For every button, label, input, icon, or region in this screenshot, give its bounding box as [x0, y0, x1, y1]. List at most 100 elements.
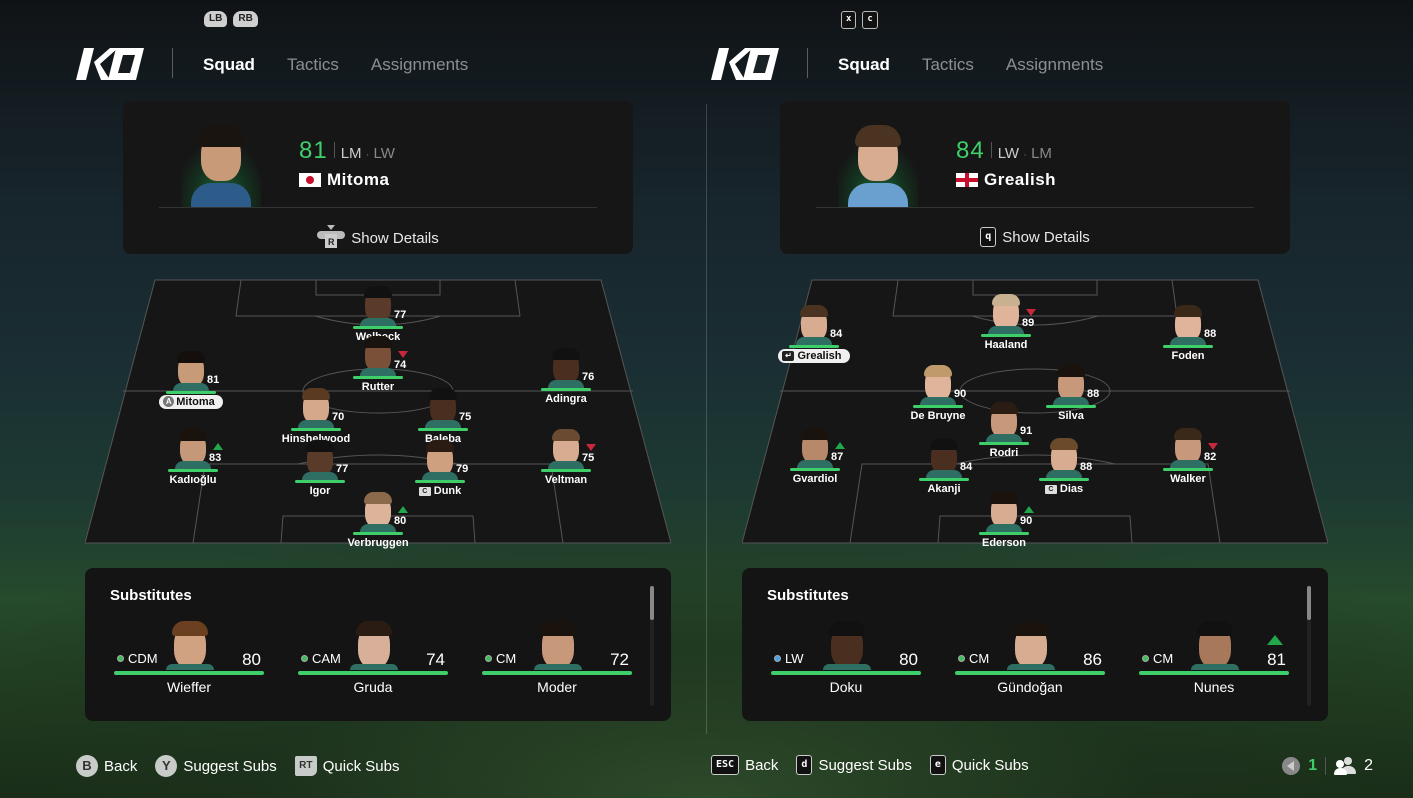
position-dot-icon	[774, 655, 781, 662]
lineup-player[interactable]: 82 Walker	[1128, 428, 1248, 492]
position-dot-icon	[117, 655, 124, 662]
substitute-card[interactable]: LW 80 Doku	[771, 620, 921, 700]
enter-key-icon: ↵	[782, 351, 795, 361]
lineup-player[interactable]: 84 Akanji	[884, 438, 1004, 502]
substitutes-scrollbar[interactable]	[650, 586, 654, 706]
player-overall-rating: 84	[956, 137, 985, 164]
players-count: 2	[1364, 757, 1373, 774]
trend-up-icon	[1024, 506, 1034, 513]
back-button[interactable]: ESC Back	[711, 755, 778, 775]
rt-button-icon: RT	[294, 756, 317, 776]
player-overall-rating: 81	[299, 137, 328, 164]
substitutes-scrollbar[interactable]	[1307, 586, 1311, 706]
tab-tactics[interactable]: Tactics	[922, 55, 974, 75]
player-name: Grealish	[984, 170, 1057, 189]
tab-assignments[interactable]: Assignments	[371, 55, 468, 75]
trend-up-icon	[213, 443, 223, 450]
lineup-player[interactable]: 83 Kadıoğlu	[133, 429, 253, 493]
c-key-icon[interactable]: c	[862, 11, 878, 29]
tab-bar: Squad Tactics Assignments	[203, 55, 468, 75]
trend-down-icon	[1026, 309, 1036, 316]
ko-logo	[711, 48, 779, 80]
d-key-icon: d	[796, 755, 813, 775]
e-key-icon: e	[929, 755, 946, 775]
player-name-line: Mitoma	[299, 170, 390, 190]
lineup-player[interactable]: 88 Foden	[1128, 305, 1248, 369]
trend-down-icon	[398, 351, 408, 358]
secondary-position: LW	[373, 145, 395, 162]
footer-actions: ESC Back d Suggest Subs e Quick Subs	[711, 755, 1029, 775]
tab-assignments[interactable]: Assignments	[1006, 55, 1103, 75]
tab-switch-hints: LB RB	[204, 11, 258, 27]
quick-subs-button[interactable]: e Quick Subs	[929, 755, 1029, 775]
player-portrait	[181, 113, 261, 208]
lineup-player-selected[interactable]: 84 ↵ Grealish	[754, 305, 874, 369]
show-details-label: Show Details	[1002, 228, 1090, 246]
suggest-subs-button[interactable]: Y Suggest Subs	[155, 755, 277, 777]
player-portrait	[838, 113, 918, 208]
secondary-position: LM	[1031, 145, 1052, 162]
tab-squad[interactable]: Squad	[838, 55, 890, 75]
lineup-player[interactable]: 75 Veltman	[506, 429, 626, 493]
right-panel: x c Squad Tactics Assignments 84 LW · LM…	[706, 0, 1412, 798]
position-dot-icon	[958, 655, 965, 662]
player-name-line: Grealish	[956, 170, 1056, 190]
england-flag-icon	[956, 173, 978, 187]
substitutes-panel: Substitutes CDM 80 Wieffer CAM 74 Gruda …	[85, 568, 671, 721]
primary-position: LW	[997, 145, 1020, 162]
substitutes-title: Substitutes	[110, 587, 192, 604]
player-name: Mitoma	[327, 170, 390, 189]
a-button-icon: A	[163, 396, 175, 407]
substitutes-panel: Substitutes LW 80 Doku CM 86 Gündoğan CM…	[742, 568, 1328, 721]
substitute-card[interactable]: CAM 74 Gruda	[298, 620, 448, 700]
substitute-card[interactable]: CM 81 Nunes	[1139, 620, 1289, 700]
y-button-icon: Y	[155, 755, 178, 777]
nav-divider	[172, 48, 173, 78]
voice-chat-icon[interactable]	[1282, 757, 1301, 775]
lineup-player[interactable]: 87 Gvardiol	[755, 428, 875, 492]
pitch: 77 Welbeck 74 Rutter 81 AMitoma 76 Ading…	[85, 278, 671, 549]
substitutes-title: Substitutes	[767, 587, 849, 604]
lb-button-icon[interactable]: LB	[204, 11, 228, 27]
quick-subs-button[interactable]: RT Quick Subs	[294, 756, 399, 776]
rb-button-icon[interactable]: RB	[233, 11, 258, 27]
esc-key-icon: ESC	[711, 755, 740, 775]
selected-player-card: 84 LW · LM Grealish q Show Details	[780, 101, 1290, 254]
pitch: 84 ↵ Grealish 89 Haaland 88 Foden 90 De B…	[742, 278, 1328, 549]
lineup-player-selected[interactable]: 81 A Mitoma	[131, 351, 251, 415]
footer-actions: B Back Y Suggest Subs RT Quick Subs	[76, 755, 399, 777]
nav-divider	[807, 48, 808, 78]
player-rating-line: 81 LM · LW	[299, 137, 395, 164]
captain-icon: C	[1044, 485, 1057, 494]
lineup-player[interactable]: 88 C Dias	[1004, 438, 1124, 502]
trend-up-icon	[1267, 635, 1283, 645]
position-dot-icon	[1142, 655, 1149, 662]
substitute-card[interactable]: CM 72 Moder	[482, 620, 632, 700]
trend-up-icon	[835, 442, 845, 449]
tab-bar: Squad Tactics Assignments	[838, 55, 1103, 75]
selected-player-card: 81 LM · LW Mitoma R Show Details	[123, 101, 633, 254]
show-details-label: Show Details	[351, 229, 439, 247]
players-icon	[1334, 757, 1357, 775]
tab-squad[interactable]: Squad	[203, 55, 255, 75]
substitute-card[interactable]: CDM 80 Wieffer	[114, 620, 264, 700]
show-details-button[interactable]: q Show Details	[780, 227, 1290, 247]
trend-up-icon	[398, 506, 408, 513]
right-stick-icon: R	[317, 225, 346, 249]
suggest-subs-button[interactable]: d Suggest Subs	[796, 755, 912, 775]
lineup-player[interactable]: 80 Verbruggen	[318, 492, 438, 556]
trend-down-icon	[1208, 443, 1218, 450]
tab-tactics[interactable]: Tactics	[287, 55, 339, 75]
back-button[interactable]: B Back	[76, 755, 137, 777]
lineup-player[interactable]: 89 Haaland	[946, 294, 1066, 358]
left-panel: LB RB Squad Tactics Assignments 81 LM · …	[0, 0, 706, 798]
trend-down-icon	[586, 444, 596, 451]
x-key-icon[interactable]: x	[841, 11, 857, 29]
show-details-button[interactable]: R Show Details	[123, 225, 633, 249]
voice-count: 1	[1308, 757, 1318, 774]
lineup-player[interactable]: 76 Adingra	[506, 348, 626, 412]
lineup-player[interactable]: 90 Ederson	[944, 492, 1064, 556]
b-button-icon: B	[76, 755, 98, 777]
substitute-card[interactable]: CM 86 Gündoğan	[955, 620, 1105, 700]
session-status: 1 2	[1282, 757, 1373, 775]
